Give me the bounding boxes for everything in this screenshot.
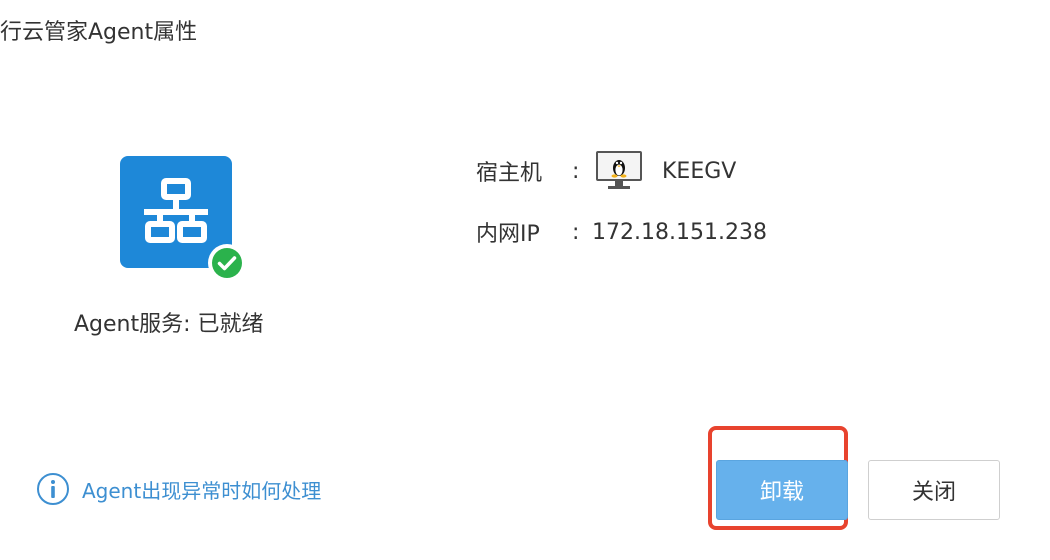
linux-monitor-icon <box>594 150 644 192</box>
uninstall-button-label: 卸载 <box>759 480 804 505</box>
host-label: 宿主机 <box>476 161 543 186</box>
info-icon <box>37 473 69 505</box>
agent-properties-dialog: 行云管家Agent属性 Agent服务: 已就绪 宿主机: KEEGV 内网I… <box>0 0 1050 560</box>
ip-label: 内网IP <box>476 222 540 247</box>
close-button-label: 关闭 <box>911 480 956 505</box>
ip-colon: : <box>572 219 580 245</box>
ip-value: 172.18.151.238 <box>592 219 767 245</box>
dialog-title: 行云管家Agent属性 <box>0 20 198 45</box>
host-row: 宿主机 : KEEGV <box>476 150 736 192</box>
help-link-text[interactable]: Agent出现异常时如何处理 <box>82 475 321 504</box>
host-colon: : <box>572 158 580 184</box>
ip-row: 内网IP : 172.18.151.238 <box>476 214 767 250</box>
agent-icon-group <box>120 156 246 282</box>
uninstall-button[interactable]: 卸载 <box>716 460 848 520</box>
help-link[interactable]: Agent出现异常时如何处理 <box>36 472 321 506</box>
check-circle-icon <box>208 244 246 282</box>
host-name: KEEGV <box>662 158 737 184</box>
agent-service-status: Agent服务: 已就绪 <box>74 312 264 337</box>
close-button[interactable]: 关闭 <box>868 460 1000 520</box>
